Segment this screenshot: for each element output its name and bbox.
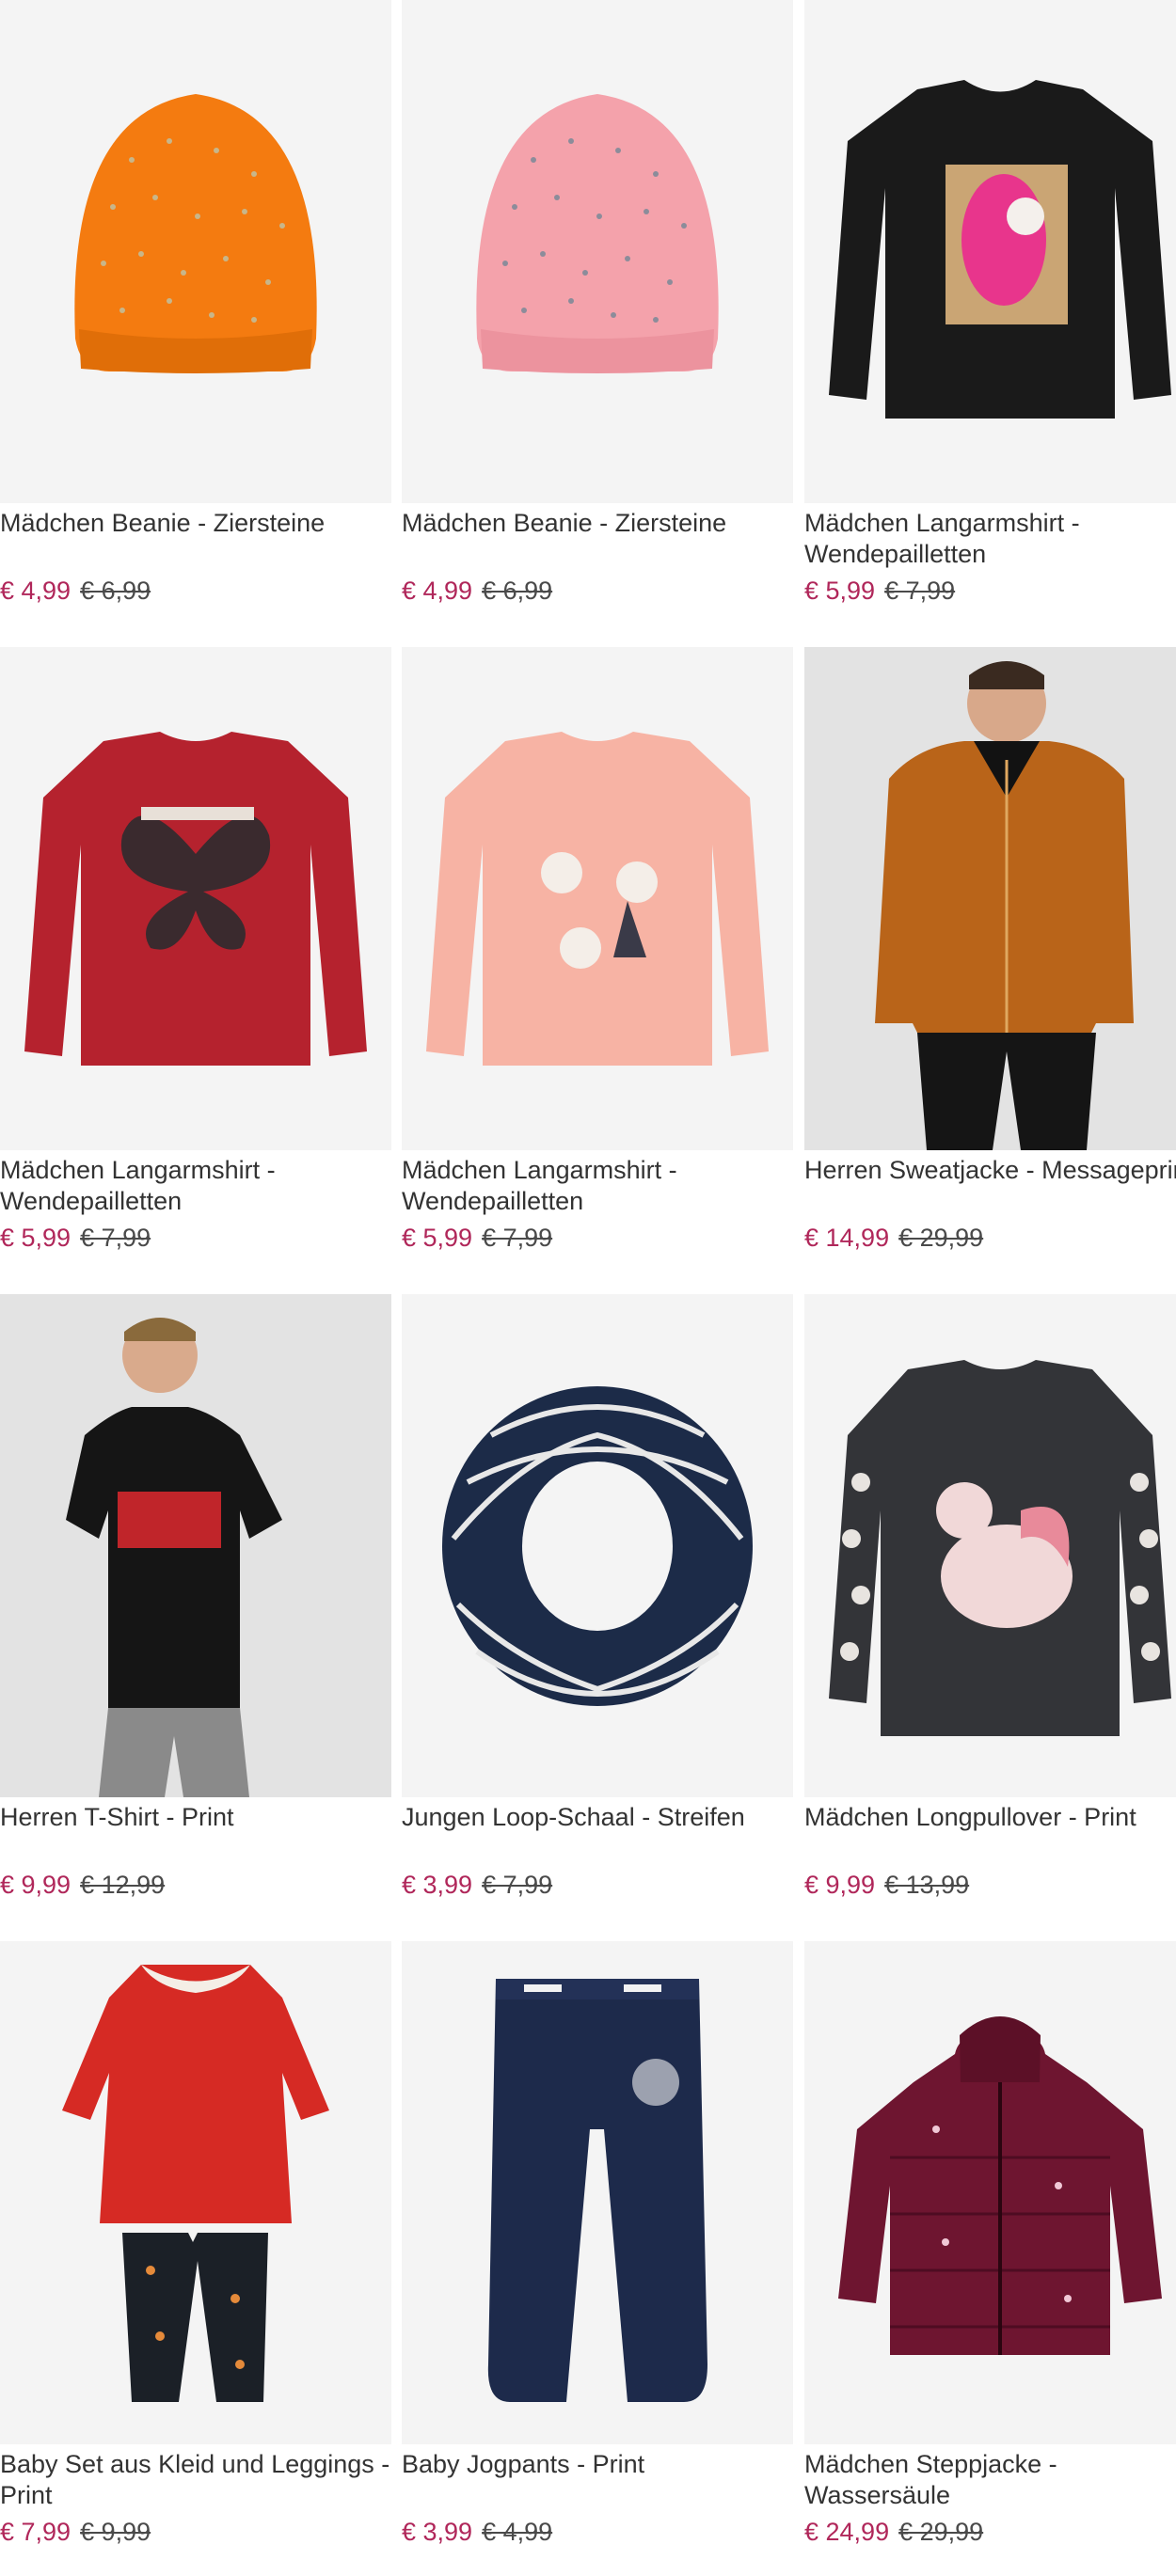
man-black-tshirt-icon: [66, 1318, 282, 1797]
product-image[interactable]: [804, 1941, 1176, 2444]
product-title[interactable]: Baby Jogpants - Print: [402, 2449, 793, 2480]
current-price: € 7,99: [0, 2518, 72, 2546]
product-card[interactable]: Jungen Loop-Schaal - Streifen € 3,99 € 7,…: [402, 1294, 793, 1920]
striped-loop-scarf-icon: [442, 1386, 753, 1706]
current-price: € 9,99: [804, 1871, 876, 1899]
current-price: € 4,99: [402, 577, 473, 605]
old-price: € 6,99: [80, 577, 151, 605]
product-image[interactable]: [804, 1294, 1176, 1797]
product-image[interactable]: [402, 1294, 793, 1797]
product-title[interactable]: Mädchen Beanie - Ziersteine: [402, 508, 793, 539]
old-price: € 29,99: [898, 2518, 984, 2546]
old-price: € 7,99: [80, 1224, 151, 1252]
product-image[interactable]: [0, 1294, 391, 1797]
product-card[interactable]: Mädchen Langarmshirt - Wendepailletten €…: [0, 647, 391, 1272]
product-title[interactable]: Jungen Loop-Schaal - Streifen: [402, 1802, 793, 1833]
price-row: € 7,99 € 9,99: [0, 2517, 151, 2548]
price-row: € 3,99 € 4,99: [402, 2517, 552, 2548]
current-price: € 9,99: [0, 1871, 72, 1899]
price-row: € 5,99 € 7,99: [0, 1223, 151, 1254]
burgundy-puffer-jacket-icon: [838, 2016, 1162, 2355]
price-row: € 4,99 € 6,99: [402, 576, 552, 607]
old-price: € 13,99: [884, 1871, 970, 1899]
red-dress-leggings-set-icon: [62, 1965, 329, 2402]
product-card[interactable]: Baby Jogpants - Print € 3,99 € 4,99: [402, 1941, 793, 2567]
old-price: € 29,99: [898, 1224, 984, 1252]
product-image[interactable]: [402, 647, 793, 1150]
red-longsleeve-butterfly-icon: [24, 732, 367, 1066]
product-title[interactable]: Herren T-Shirt - Print: [0, 1802, 391, 1833]
product-card[interactable]: Mädchen Beanie - Ziersteine € 4,99 € 6,99: [0, 0, 391, 625]
product-image[interactable]: [402, 0, 793, 503]
product-title[interactable]: Mädchen Langarmshirt - Wendepailletten: [0, 1155, 391, 1217]
product-card[interactable]: Herren Sweatjacke - Messageprin € 14,99 €…: [804, 647, 1176, 1272]
product-image[interactable]: [402, 1941, 793, 2444]
product-card[interactable]: Mädchen Langarmshirt - Wendepailletten €…: [804, 0, 1176, 625]
product-title[interactable]: Mädchen Langarmshirt - Wendepailletten: [402, 1155, 793, 1217]
product-card[interactable]: Herren T-Shirt - Print € 9,99 € 12,99: [0, 1294, 391, 1920]
product-image[interactable]: [0, 0, 391, 503]
current-price: € 3,99: [402, 2518, 473, 2546]
current-price: € 3,99: [402, 1871, 473, 1899]
price-row: € 5,99 € 7,99: [402, 1223, 552, 1254]
price-row: € 14,99 € 29,99: [804, 1223, 983, 1254]
old-price: € 12,99: [80, 1871, 166, 1899]
current-price: € 4,99: [0, 577, 72, 605]
old-price: € 4,99: [482, 2518, 553, 2546]
price-row: € 4,99 € 6,99: [0, 576, 151, 607]
navy-jogpants-icon: [487, 1979, 707, 2402]
product-title[interactable]: Herren Sweatjacke - Messageprin: [804, 1155, 1176, 1186]
price-row: € 3,99 € 7,99: [402, 1870, 552, 1901]
product-title[interactable]: Mädchen Beanie - Ziersteine: [0, 508, 391, 539]
current-price: € 5,99: [0, 1224, 72, 1252]
current-price: € 24,99: [804, 2518, 890, 2546]
old-price: € 9,99: [80, 2518, 151, 2546]
product-title[interactable]: Mädchen Longpullover - Print: [804, 1802, 1176, 1833]
product-title[interactable]: Baby Set aus Kleid und Leggings - Print: [0, 2449, 391, 2511]
product-image[interactable]: [0, 647, 391, 1150]
man-orange-hoodie-icon: [875, 661, 1134, 1150]
product-image[interactable]: [804, 647, 1176, 1150]
old-price: € 7,99: [482, 1224, 553, 1252]
price-row: € 9,99 € 12,99: [0, 1870, 165, 1901]
product-image[interactable]: [804, 0, 1176, 503]
beanie-orange-icon: [74, 94, 317, 373]
black-longsleeve-magic-unicorn-icon: [829, 80, 1171, 419]
product-card[interactable]: Mädchen Langarmshirt - Wendepailletten €…: [402, 647, 793, 1272]
current-price: € 5,99: [804, 577, 876, 605]
product-image[interactable]: [0, 1941, 391, 2444]
current-price: € 5,99: [402, 1224, 473, 1252]
product-card[interactable]: Mädchen Beanie - Ziersteine € 4,99 € 6,99: [402, 0, 793, 625]
grey-longpullover-unicorn-icon: [829, 1360, 1171, 1736]
old-price: € 6,99: [482, 577, 553, 605]
current-price: € 14,99: [804, 1224, 890, 1252]
peach-longsleeve-mice-icon: [426, 732, 769, 1066]
price-row: € 24,99 € 29,99: [804, 2517, 983, 2548]
product-card[interactable]: Mädchen Steppjacke - Wassersäule € 24,99…: [804, 1941, 1176, 2567]
price-row: € 5,99 € 7,99: [804, 576, 955, 607]
price-row: € 9,99 € 13,99: [804, 1870, 969, 1901]
old-price: € 7,99: [884, 577, 956, 605]
product-title[interactable]: Mädchen Steppjacke - Wassersäule: [804, 2449, 1176, 2511]
product-title[interactable]: Mädchen Langarmshirt - Wendepailletten: [804, 508, 1176, 570]
beanie-pink-icon: [476, 94, 719, 373]
old-price: € 7,99: [482, 1871, 553, 1899]
product-card[interactable]: Mädchen Longpullover - Print € 9,99 € 13,…: [804, 1294, 1176, 1920]
product-card[interactable]: Baby Set aus Kleid und Leggings - Print …: [0, 1941, 391, 2567]
